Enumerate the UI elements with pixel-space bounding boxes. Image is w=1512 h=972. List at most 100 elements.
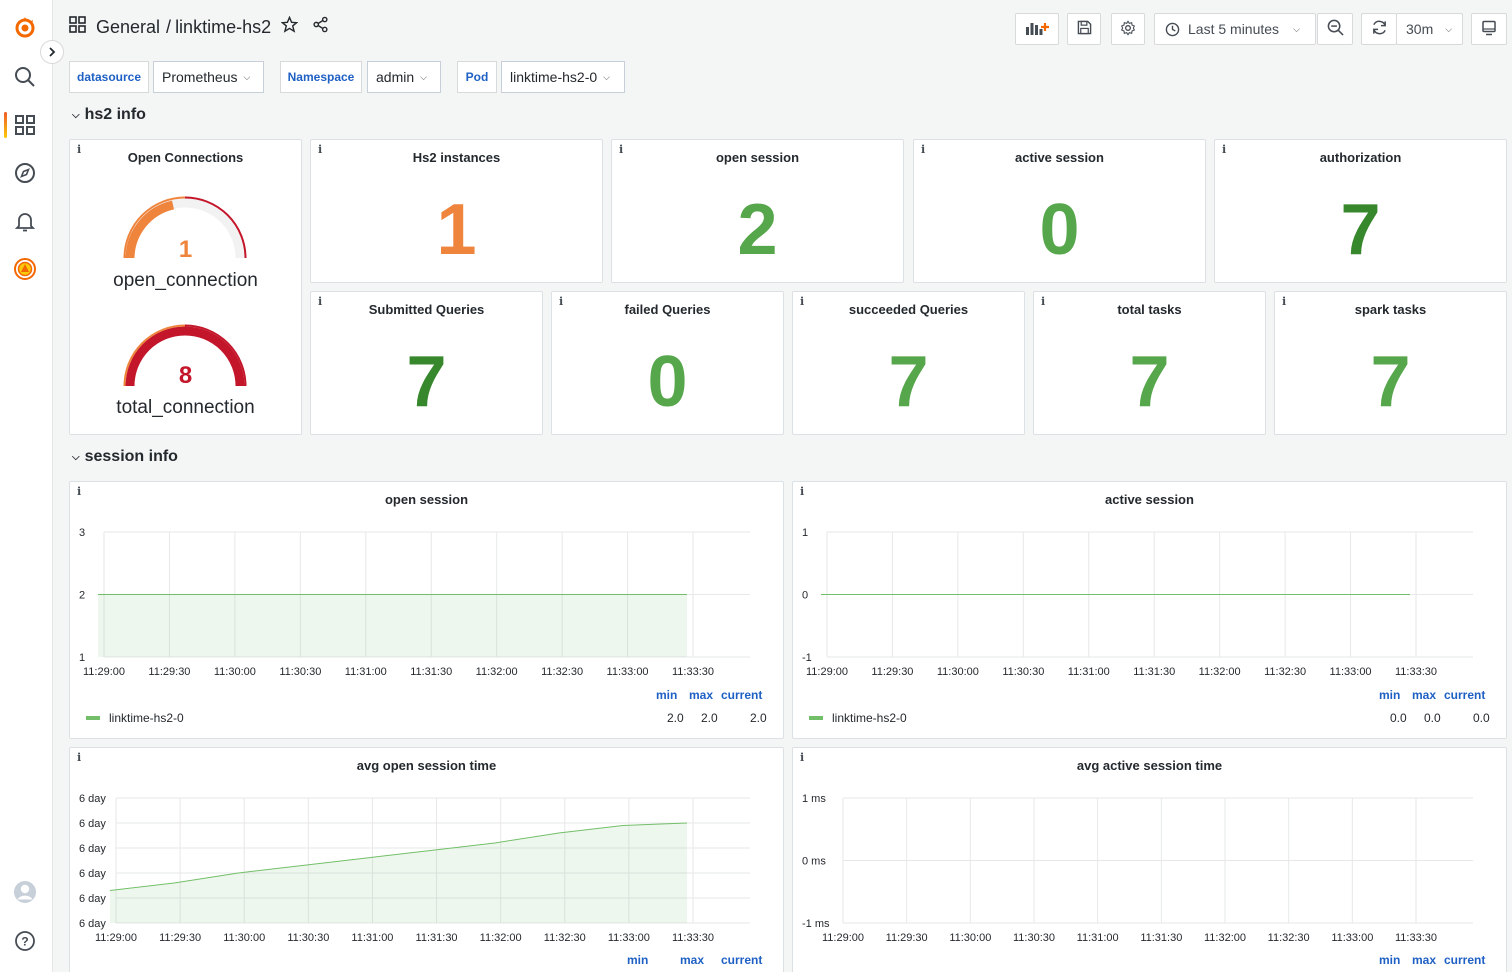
refresh-interval-label: 30m	[1406, 21, 1434, 37]
x-tick-label: 11:30:00	[214, 666, 256, 678]
row-hs2-info[interactable]: ⌵ hs2 info	[72, 106, 146, 124]
y-tick-label: 1	[802, 527, 808, 539]
variable-label-pod: Pod	[457, 61, 497, 93]
refresh-interval-picker[interactable]: 30m ⌵	[1396, 13, 1463, 45]
y-tick-label: 6 day	[79, 868, 106, 880]
x-tick-label: 11:29:30	[159, 932, 201, 944]
x-tick-label: 11:30:00	[949, 932, 991, 944]
panel-avg-active-session-time[interactable]: i avg active session time 1 ms 0 ms -1 ms 1…	[792, 747, 1507, 972]
x-tick-label: 11:30:00	[223, 932, 265, 944]
panel-open-connections[interactable]: i Open Connections 1 open_connection 8 t…	[69, 139, 302, 435]
share-icon[interactable]	[312, 16, 329, 38]
stat-value: 7	[1370, 342, 1411, 422]
legend-series-name[interactable]: linktime-hs2-0	[832, 711, 907, 725]
sidebar-expand-button[interactable]	[40, 40, 64, 64]
panel-active-session[interactable]: i active session 0	[913, 139, 1206, 283]
stat-value: 7	[1340, 190, 1381, 270]
variable-select-datasource[interactable]: Prometheus ⌵	[153, 61, 264, 93]
help-icon[interactable]: ?	[12, 928, 38, 954]
time-range-picker[interactable]: Last 5 minutes ⌵	[1154, 13, 1316, 45]
legend-current-value: 0.0	[1473, 711, 1490, 725]
explore-compass-icon[interactable]	[12, 160, 38, 186]
add-panel-button[interactable]	[1015, 13, 1059, 45]
dashboard-grid-icon	[69, 16, 86, 38]
dashboard-settings-button[interactable]	[1111, 13, 1145, 45]
panel-authorization[interactable]: i authorization 7	[1214, 139, 1507, 283]
y-tick-label: 0 ms	[802, 856, 826, 868]
legend-header-current: current	[721, 953, 763, 967]
panel-total-tasks[interactable]: i total tasks 7	[1033, 291, 1266, 435]
zoom-out-button[interactable]	[1317, 13, 1353, 45]
x-tick-label: 11:29:00	[806, 666, 848, 678]
stat-value: 7	[1129, 342, 1170, 422]
grafana-logo-icon[interactable]	[12, 15, 38, 41]
panel-open-session[interactable]: i open session 2	[611, 139, 904, 283]
dashboards-icon[interactable]	[12, 112, 38, 138]
y-tick-label: 6 day	[79, 893, 106, 905]
chevron-down-icon: ⌵	[1445, 23, 1453, 34]
plugin-app-icon[interactable]	[12, 256, 38, 282]
x-tick-label: 11:33:00	[608, 932, 650, 944]
search-icon[interactable]	[12, 64, 38, 90]
collapse-chevron-icon: ⌵	[72, 451, 80, 463]
row-title: session info	[84, 448, 178, 465]
breadcrumb: General / linktime-hs2	[69, 15, 329, 38]
x-tick-label: 11:30:30	[1002, 666, 1044, 678]
active-indicator	[4, 112, 7, 138]
x-tick-label: 11:32:30	[541, 666, 583, 678]
dashboard-title[interactable]: linktime-hs2	[175, 17, 271, 38]
chart-open-session: 3 2 1 11:29:00 11:29:30 11:30:00 11:30:30 11:31…	[79, 527, 750, 678]
panel-hs2-instances[interactable]: i Hs2 instances 1	[310, 139, 603, 283]
panel-active-session-graph[interactable]: i active session 1 0 -1 11:29:00 11:29:30 11:…	[792, 481, 1507, 739]
user-avatar-icon[interactable]	[12, 879, 38, 905]
legend-header-current: current	[1444, 688, 1486, 702]
legend-header-min: min	[1379, 953, 1401, 967]
panel-submitted-queries[interactable]: i Submitted Queries 7	[310, 291, 543, 435]
legend-header-current: current	[1444, 953, 1486, 967]
variable-label-namespace: Namespace	[280, 61, 362, 93]
refresh-button[interactable]	[1361, 13, 1397, 45]
panel-avg-open-session-time[interactable]: i avg open session time 6 day 6 day 6 day 6…	[69, 747, 784, 972]
clock-icon	[1165, 22, 1180, 37]
stat-value: 0	[647, 342, 688, 422]
cycle-view-mode-button[interactable]	[1471, 13, 1507, 45]
variable-select-namespace[interactable]: admin ⌵	[367, 61, 441, 93]
alerting-bell-icon[interactable]	[12, 208, 38, 234]
breadcrumb-folder[interactable]: General	[96, 17, 160, 38]
x-tick-label: 11:33:30	[672, 932, 714, 944]
x-tick-label: 11:30:30	[279, 666, 321, 678]
variable-value: admin	[376, 69, 415, 85]
x-tick-label: 11:31:00	[1068, 666, 1110, 678]
chevron-down-icon: ⌵	[1293, 23, 1300, 34]
x-tick-label: 11:32:00	[480, 932, 522, 944]
variable-value: linktime-hs2-0	[510, 69, 598, 85]
legend-header-max: max	[1412, 688, 1437, 702]
star-icon[interactable]	[280, 15, 299, 38]
chart-clip: 1 ms 0 ms -1 ms 11:29:00 11:29:30 11:30:00 11:…	[793, 748, 1506, 970]
legend-header-max: max	[689, 688, 714, 702]
chart-avg-active-session-time: 1 ms 0 ms -1 ms 11:29:00 11:29:30 11:30:00 11:…	[802, 793, 1473, 944]
save-dashboard-button[interactable]	[1067, 13, 1101, 45]
legend-header-min: min	[656, 688, 678, 702]
chevron-down-icon: ⌵	[420, 71, 427, 82]
row-session-info[interactable]: ⌵ session info	[72, 448, 178, 466]
legend-series-name[interactable]: linktime-hs2-0	[109, 711, 184, 725]
variable-select-pod[interactable]: linktime-hs2-0 ⌵	[501, 61, 625, 93]
chart-avg-open-session-time: 6 day 6 day 6 day 6 day 6 day 6 day 11:29:00 11…	[79, 793, 750, 944]
legend-max-value: 2.0	[701, 711, 718, 725]
panel-failed-queries[interactable]: i failed Queries 0	[551, 291, 784, 435]
legend-swatch	[809, 716, 823, 720]
panel-succeeded-queries[interactable]: i succeeded Queries 7	[792, 291, 1025, 435]
legend-header-min: min	[1379, 688, 1401, 702]
stat-value: 7	[406, 342, 447, 422]
gear-icon	[1120, 19, 1136, 39]
stat-value: 0	[1039, 190, 1080, 270]
panel-open-session-graph[interactable]: i open session 3 2 1 11:29:00 11:29:30 11:30:…	[69, 481, 784, 739]
x-tick-label: 11:29:30	[871, 666, 913, 678]
panel-title: open session	[715, 150, 800, 165]
legend-header-max: max	[680, 953, 705, 967]
legend-min-value: 0.0	[1390, 711, 1407, 725]
row-title: hs2 info	[84, 106, 146, 123]
panel-spark-tasks[interactable]: i spark tasks 7	[1274, 291, 1507, 435]
legend-header-max: max	[1412, 953, 1437, 967]
